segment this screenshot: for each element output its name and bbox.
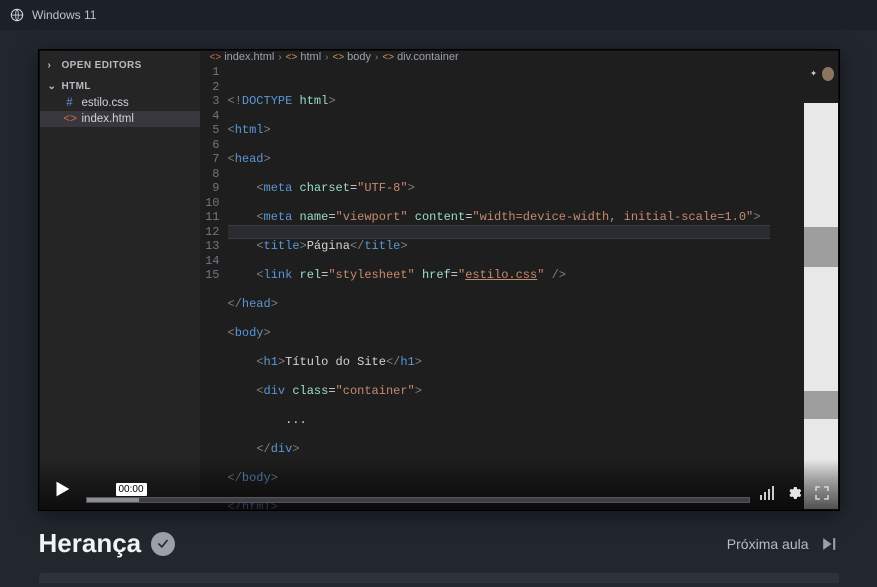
- hash-icon: #: [64, 97, 76, 109]
- progress-fill: [87, 498, 140, 502]
- file-name: index.html: [82, 113, 134, 125]
- tag-icon: <>: [286, 52, 298, 63]
- code-editor[interactable]: 123 456 789 101112 131415 <!DOCTYPE html…: [200, 63, 838, 510]
- current-line-highlight: [228, 225, 770, 240]
- globe-icon: [10, 8, 24, 22]
- file-name: estilo.css: [82, 97, 129, 109]
- progress-bar[interactable]: [86, 497, 750, 503]
- file-item-html[interactable]: <> index.html: [40, 111, 200, 127]
- next-lesson-button[interactable]: Próxima aula: [727, 534, 839, 554]
- volume-icon[interactable]: [760, 486, 774, 500]
- open-editors-header[interactable]: › OPEN EDITORS: [40, 57, 200, 74]
- content-panel: [39, 573, 839, 583]
- chevron-right-icon: ›: [48, 60, 58, 71]
- breadcrumb[interactable]: <>index.html › <>html › <>body › <>div.c…: [200, 51, 838, 63]
- next-lesson-label: Próxima aula: [727, 536, 809, 552]
- fullscreen-icon[interactable]: [814, 485, 830, 501]
- play-button[interactable]: [48, 475, 76, 503]
- time-tooltip: 00:00: [116, 483, 147, 496]
- extensions-icon[interactable]: ✦: [808, 67, 820, 81]
- video-controls: 00:00: [40, 459, 838, 509]
- html-file-icon: <>: [210, 52, 222, 63]
- check-circle-icon[interactable]: [151, 532, 175, 556]
- tag-icon: <>: [382, 52, 394, 63]
- file-explorer-sidebar: › OPEN EDITORS ⌄ HTML # estilo.css <>: [40, 51, 200, 509]
- skip-next-icon: [819, 534, 839, 554]
- lesson-title: Herança: [39, 528, 176, 559]
- html-file-icon: <>: [64, 113, 76, 125]
- project-folder-header[interactable]: ⌄ HTML: [40, 78, 200, 95]
- chevron-right-icon: ›: [375, 52, 378, 63]
- vscode-editor: › OPEN EDITORS ⌄ HTML # estilo.css <>: [40, 51, 838, 509]
- file-item-css[interactable]: # estilo.css: [40, 95, 200, 111]
- chevron-right-icon: ›: [325, 52, 328, 63]
- line-gutter: 123 456 789 101112 131415: [200, 63, 228, 510]
- os-topbar: Windows 11: [0, 0, 877, 30]
- video-player[interactable]: › OPEN EDITORS ⌄ HTML # estilo.css <>: [39, 50, 839, 510]
- settings-gear-icon[interactable]: [786, 485, 802, 501]
- code-content[interactable]: <!DOCTYPE html> <html> <head> <meta char…: [228, 63, 804, 510]
- chevron-down-icon: ⌄: [48, 81, 58, 92]
- editor-area: <>index.html › <>html › <>body › <>div.c…: [200, 51, 838, 509]
- topbar-title: Windows 11: [32, 8, 96, 22]
- browser-preview-strip: ✦: [804, 63, 838, 510]
- chevron-right-icon: ›: [278, 52, 281, 63]
- tag-icon: <>: [332, 52, 344, 63]
- avatar-icon[interactable]: [822, 67, 834, 81]
